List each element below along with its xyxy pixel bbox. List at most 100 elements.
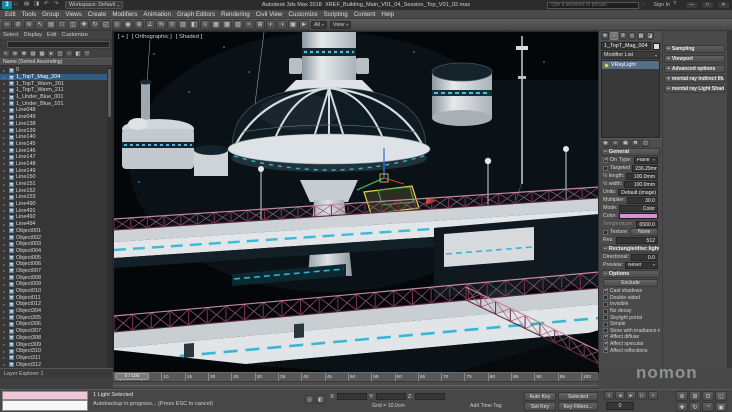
- param-value-field[interactable]: Color: [619, 204, 658, 212]
- explorer-row[interactable]: Object001: [0, 228, 107, 235]
- explorer-row[interactable]: 0: [0, 67, 107, 74]
- targeted-value-field[interactable]: 236.29mm: [632, 164, 658, 172]
- menu-item[interactable]: Modifiers: [112, 11, 137, 18]
- curve-editor-icon[interactable]: ≈: [244, 19, 254, 30]
- add-time-tag[interactable]: Add Time Tag: [470, 403, 502, 409]
- viewport-general-menu[interactable]: [ + ]: [118, 34, 128, 40]
- temperature-field[interactable]: 6500.0: [635, 220, 658, 228]
- go-to-start-icon[interactable]: «: [604, 391, 614, 400]
- rollout-header[interactable]: mental ray Indirect Illumination: [664, 75, 725, 83]
- select-and-scale-icon[interactable]: ◱: [101, 19, 111, 30]
- key-filters-button[interactable]: Key Filters...: [558, 402, 598, 411]
- time-ruler[interactable]: 0510152025303540455055606570758085909510…: [113, 372, 598, 381]
- tab-display[interactable]: ▦: [637, 32, 645, 40]
- rollout-header[interactable]: Viewport: [664, 55, 725, 63]
- viewport[interactable]: [ + ] [ Orthographic ] [ Shaded ]: [113, 31, 599, 373]
- select-and-link-icon[interactable]: ∞: [2, 19, 12, 30]
- maxscript-listener-macro[interactable]: [2, 391, 88, 400]
- explorer-menu-item[interactable]: Edit: [47, 32, 57, 38]
- explorer-scrollbar[interactable]: [107, 67, 112, 368]
- explorer-menu-item[interactable]: Customize: [62, 32, 88, 38]
- object-name-field[interactable]: 1_TopT_Mag_004: [601, 42, 651, 50]
- explorer-row[interactable]: Line151: [0, 181, 107, 188]
- explorer-search-input[interactable]: [6, 40, 110, 48]
- set-key-button[interactable]: Set Key: [524, 402, 556, 411]
- explorer-column-header[interactable]: Name (Sorted Ascending): [0, 58, 112, 66]
- menu-item[interactable]: Views: [65, 11, 81, 18]
- zoom-all-icon[interactable]: ⊞: [689, 391, 701, 401]
- zoom-icon[interactable]: ⊕: [676, 391, 688, 401]
- tab-hierarchy[interactable]: ≣: [619, 32, 627, 40]
- select-and-rotate-icon[interactable]: ↻: [90, 19, 100, 30]
- explorer-row[interactable]: Line490: [0, 201, 107, 208]
- selection-set-dropdown[interactable]: Selected: [558, 392, 598, 401]
- explorer-row[interactable]: Line492: [0, 214, 107, 221]
- tab-create[interactable]: ✚: [601, 32, 609, 40]
- select-and-manipulate-icon[interactable]: ◉: [123, 19, 133, 30]
- viewport-shading-menu[interactable]: [ Shaded ]: [176, 34, 202, 40]
- explorer-row[interactable]: Line139: [0, 127, 107, 134]
- explorer-row[interactable]: Object312: [0, 361, 107, 368]
- se-show-helpers-icon[interactable]: ○: [65, 49, 73, 58]
- close-button[interactable]: ✕: [717, 1, 730, 9]
- next-frame-icon[interactable]: ▷: [637, 391, 647, 400]
- selection-filter-dropdown[interactable]: All ▾: [311, 20, 327, 29]
- explorer-row[interactable]: Object311: [0, 355, 107, 362]
- explorer-row[interactable]: Object008: [0, 274, 107, 281]
- explorer-row[interactable]: Line140: [0, 134, 107, 141]
- option-checkbox[interactable]: Simple: [601, 321, 660, 328]
- se-show-geometry-icon[interactable]: ▦: [38, 49, 46, 58]
- rendered-frame-window-icon[interactable]: ▣: [288, 19, 298, 30]
- select-object-icon[interactable]: ↖: [35, 19, 45, 30]
- se-show-lights-icon[interactable]: ●: [47, 49, 55, 58]
- percent-snap-icon[interactable]: %: [156, 19, 166, 30]
- resolution-field[interactable]: 512: [615, 236, 658, 244]
- menu-item[interactable]: Customize: [288, 11, 317, 18]
- select-and-move-icon[interactable]: ✚: [79, 19, 89, 30]
- y-coordinate-field[interactable]: [375, 393, 406, 400]
- x-coordinate-field[interactable]: [337, 393, 368, 400]
- modifier-list-dropdown[interactable]: Modifier List ▾: [601, 51, 660, 59]
- spinner-snap-icon[interactable]: ⊙: [167, 19, 177, 30]
- option-checkbox[interactable]: Double-sided: [601, 295, 660, 302]
- reference-coordinate-dropdown[interactable]: View ▾: [329, 20, 352, 29]
- param-value-field[interactable]: Default (image): [618, 188, 658, 196]
- zoom-region-icon[interactable]: ◱: [715, 391, 727, 401]
- option-checkbox[interactable]: Skylight portal: [601, 314, 660, 321]
- render-production-icon[interactable]: ►: [299, 19, 309, 30]
- option-checkbox[interactable]: Affect specular: [601, 341, 660, 348]
- option-checkbox[interactable]: Invisible: [601, 301, 660, 308]
- explorer-row[interactable]: Object011: [0, 294, 107, 301]
- texture-row[interactable]: Texture: None: [601, 228, 660, 236]
- se-show-cameras-icon[interactable]: ◫: [56, 49, 64, 58]
- explorer-row[interactable]: 1_Under_Blue_001: [0, 94, 107, 101]
- bind-to-space-warp-icon[interactable]: ≋: [24, 19, 34, 30]
- param-value-field[interactable]: 30.0: [627, 196, 658, 204]
- explorer-row[interactable]: Line138: [0, 121, 107, 128]
- selection-lock-icon[interactable]: ◧: [316, 395, 325, 404]
- se-show-shapes-icon[interactable]: ◧: [74, 49, 82, 58]
- explorer-row[interactable]: Line153: [0, 194, 107, 201]
- option-checkbox[interactable]: Store with irradiance map: [601, 328, 660, 335]
- selection-region-icon[interactable]: □: [57, 19, 67, 30]
- se-show-all-icon[interactable]: ▤: [29, 49, 37, 58]
- menu-item[interactable]: Graph Editors: [177, 11, 215, 18]
- rollout-header[interactable]: Options: [601, 270, 660, 278]
- tab-modify[interactable]: ≈: [610, 32, 618, 40]
- select-by-name-icon[interactable]: ▤: [46, 19, 56, 30]
- explorer-row[interactable]: Object007: [0, 268, 107, 275]
- track-bar[interactable]: [113, 381, 598, 389]
- explorer-row[interactable]: Object005: [0, 254, 107, 261]
- current-frame-field[interactable]: 0: [606, 402, 634, 410]
- half-width-field[interactable]: 100.0mm: [624, 180, 658, 188]
- maxscript-listener-input[interactable]: [2, 400, 88, 411]
- undo-icon[interactable]: ↶: [44, 1, 53, 9]
- menu-item[interactable]: Group: [42, 11, 59, 18]
- menu-item[interactable]: Animation: [143, 11, 171, 18]
- previous-frame-icon[interactable]: ◄: [615, 391, 625, 400]
- explorer-row[interactable]: Object304: [0, 308, 107, 315]
- explorer-row[interactable]: Object306: [0, 321, 107, 328]
- explorer-row[interactable]: Object002: [0, 234, 107, 241]
- scene-explorer-toggle-icon[interactable]: ▦: [211, 19, 221, 30]
- redo-icon[interactable]: ↷: [54, 1, 63, 9]
